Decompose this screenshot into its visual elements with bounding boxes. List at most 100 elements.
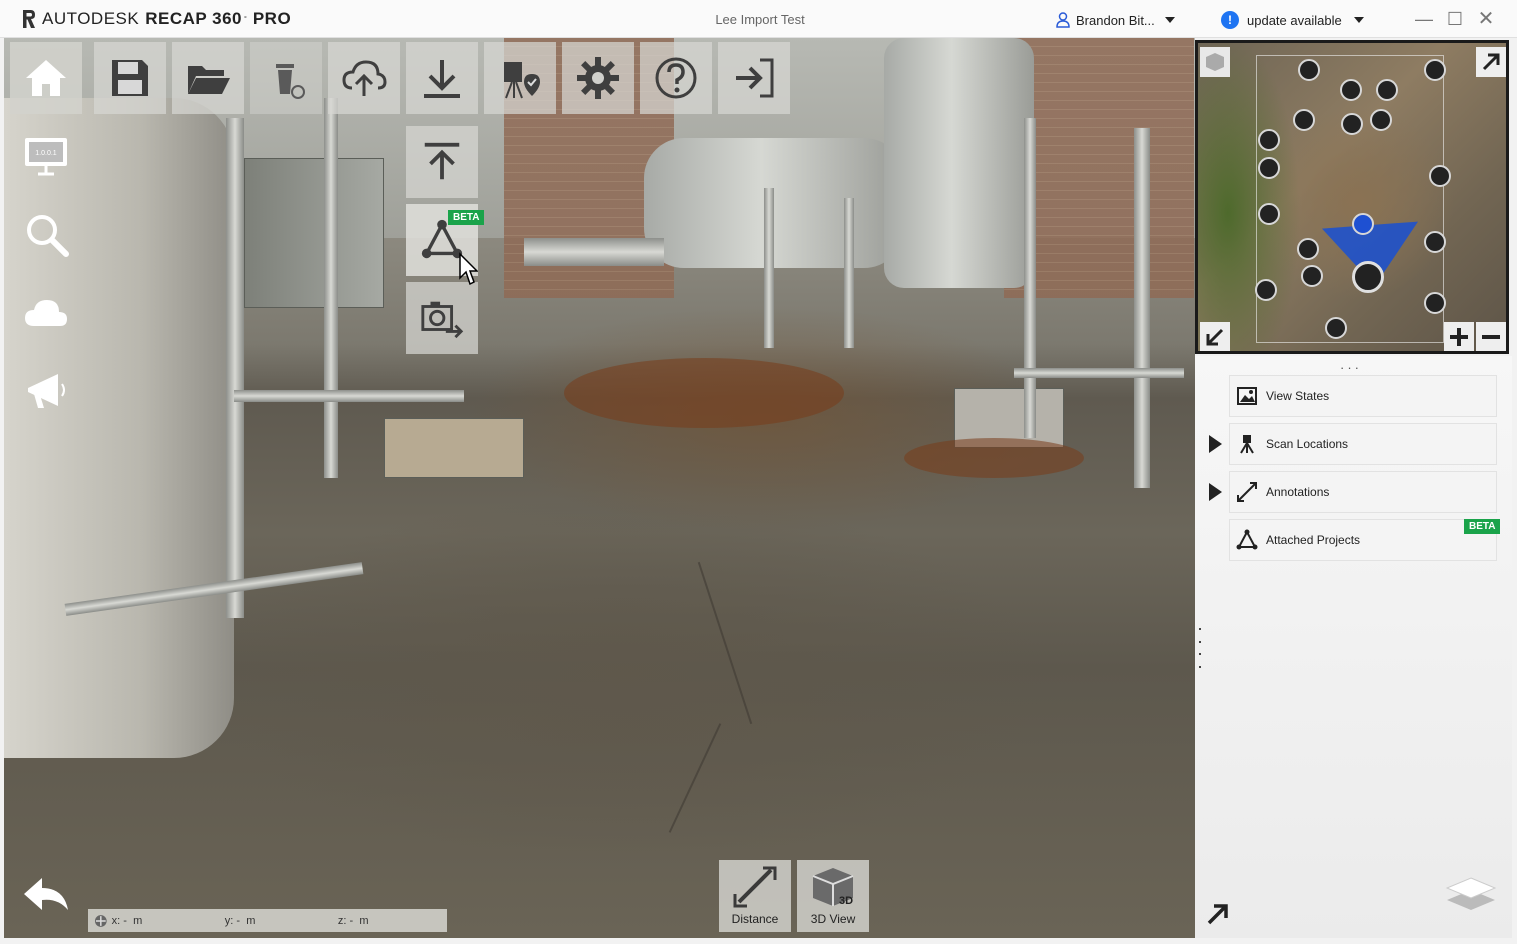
minimap[interactable] (1195, 40, 1509, 354)
export-button[interactable] (406, 42, 478, 114)
scene-pipe (1014, 368, 1184, 378)
minimap-expand-button[interactable] (1476, 47, 1506, 77)
3d-view-label: 3D View (810, 912, 856, 926)
corner-expand-icon[interactable] (1205, 901, 1231, 927)
user-menu[interactable]: Brandon Bit... (1056, 12, 1175, 28)
scene-pipe (764, 188, 774, 348)
scene-pad (384, 418, 524, 478)
selected-scan-pin[interactable] (1352, 261, 1384, 293)
scan-location-pin[interactable] (1424, 292, 1446, 314)
close-button[interactable]: ✕ (1474, 8, 1498, 30)
3d-badge: 3D (839, 895, 853, 907)
camera-location-icon (504, 62, 540, 99)
scene-vessel (4, 98, 234, 758)
plus-icon (1450, 328, 1468, 346)
panel-item-scan-locations[interactable]: Scan Locations (1229, 423, 1497, 465)
panel-item-label: Scan Locations (1266, 437, 1349, 451)
scene-pipe (524, 238, 664, 266)
expand-arrow-icon (1482, 53, 1500, 71)
help-icon (655, 57, 697, 99)
current-scan-pin[interactable] (1352, 213, 1374, 235)
cloud-button[interactable] (20, 288, 72, 340)
panel-side-handle[interactable] (1199, 628, 1203, 668)
scan-location-pin[interactable] (1258, 203, 1280, 225)
trash-restore-icon (276, 64, 305, 99)
settings-button[interactable] (562, 42, 634, 114)
scene-pipe (1134, 128, 1150, 488)
delete-button[interactable] (250, 42, 322, 114)
panel-item-attached-projects[interactable]: Attached Projects BETA (1229, 519, 1501, 561)
collapse-arrow-icon (1206, 328, 1224, 346)
open-button[interactable] (172, 42, 244, 114)
scan-location-pin[interactable] (1424, 59, 1446, 81)
scan-location-pin[interactable] (1340, 79, 1362, 101)
minus-icon (1482, 335, 1500, 339)
search-button[interactable] (20, 208, 72, 260)
minimap-collapse-button[interactable] (1200, 322, 1230, 351)
panel-item-view-states[interactable]: View States (1229, 375, 1497, 417)
scan-location-pin[interactable] (1301, 265, 1323, 287)
scan-location-pin[interactable] (1341, 113, 1363, 135)
expand-annotations-icon[interactable] (1209, 483, 1222, 501)
distance-tool-button[interactable]: Distance (719, 860, 791, 932)
layers-icon[interactable] (1445, 874, 1497, 914)
minimap-3d-toggle[interactable] (1200, 47, 1230, 77)
panel-resize-handle[interactable]: ··· (1340, 360, 1362, 375)
minimap-zoom-out-button[interactable] (1476, 322, 1506, 351)
exit-button[interactable] (718, 42, 790, 114)
document-title: Lee Import Test (715, 12, 805, 27)
right-panel: ··· View States Scan Locations Annotatio… (1195, 356, 1512, 938)
save-button[interactable] (94, 42, 166, 114)
back-arrow-icon[interactable] (20, 872, 72, 916)
scan-location-pin[interactable] (1376, 79, 1398, 101)
tripod-icon (1240, 435, 1254, 454)
update-menu[interactable]: ! update available (1221, 11, 1364, 29)
snapshot-submenu-button[interactable] (406, 282, 478, 354)
download-icon (424, 60, 460, 98)
point-cloud-viewport[interactable] (4, 38, 1195, 938)
scan-location-pin[interactable] (1370, 109, 1392, 131)
3d-view-button[interactable]: 3D 3D View (797, 860, 869, 932)
announce-button[interactable] (20, 364, 72, 416)
scene-pipe (234, 390, 464, 402)
distance-label: Distance (731, 912, 779, 926)
scan-location-pin[interactable] (1297, 238, 1319, 260)
crosshair-icon (94, 914, 107, 927)
scene-tank (644, 138, 904, 268)
scan-location-pin[interactable] (1424, 231, 1446, 253)
megaphone-icon (28, 374, 65, 408)
panel-item-label: Attached Projects (1266, 533, 1361, 547)
scan-location-pin[interactable] (1429, 165, 1451, 187)
attach-project-icon (1236, 529, 1258, 550)
chevron-down-icon (1353, 17, 1364, 23)
scan-location-pin[interactable] (1258, 129, 1280, 151)
home-button[interactable] (10, 42, 82, 114)
minimap-zoom-in-button[interactable] (1444, 322, 1474, 351)
home-icon (26, 60, 66, 96)
scan-location-button[interactable] (484, 42, 556, 114)
measure-icon (1237, 482, 1257, 502)
panel-item-label: Annotations (1266, 485, 1330, 499)
image-icon (1237, 387, 1257, 405)
scan-location-pin[interactable] (1293, 109, 1315, 131)
panel-item-annotations[interactable]: Annotations (1229, 471, 1497, 513)
monitor-icon: 1.0.0.1 (25, 138, 67, 176)
scan-location-pin[interactable] (1298, 59, 1320, 81)
product-name: RECAP 360 (145, 9, 243, 28)
scene-crack (697, 561, 753, 725)
help-button[interactable] (640, 42, 712, 114)
monitor-screen-text: 1.0.0.1 (35, 150, 57, 157)
minimize-button[interactable]: — (1412, 8, 1436, 30)
scan-location-pin[interactable] (1325, 317, 1347, 339)
camera-export-icon (421, 301, 464, 339)
scan-location-pin[interactable] (1258, 157, 1280, 179)
upload-button[interactable] (328, 42, 400, 114)
scan-location-pin[interactable] (1255, 279, 1277, 301)
import-submenu-button[interactable] (406, 126, 478, 198)
update-text: update available (1247, 12, 1342, 28)
upload-arrow-icon (424, 142, 460, 180)
display-button[interactable]: 1.0.0.1 (20, 130, 72, 182)
scene-cabinet (244, 158, 384, 308)
expand-scan-locations-icon[interactable] (1209, 435, 1222, 453)
maximize-button[interactable]: ☐ (1443, 8, 1467, 30)
